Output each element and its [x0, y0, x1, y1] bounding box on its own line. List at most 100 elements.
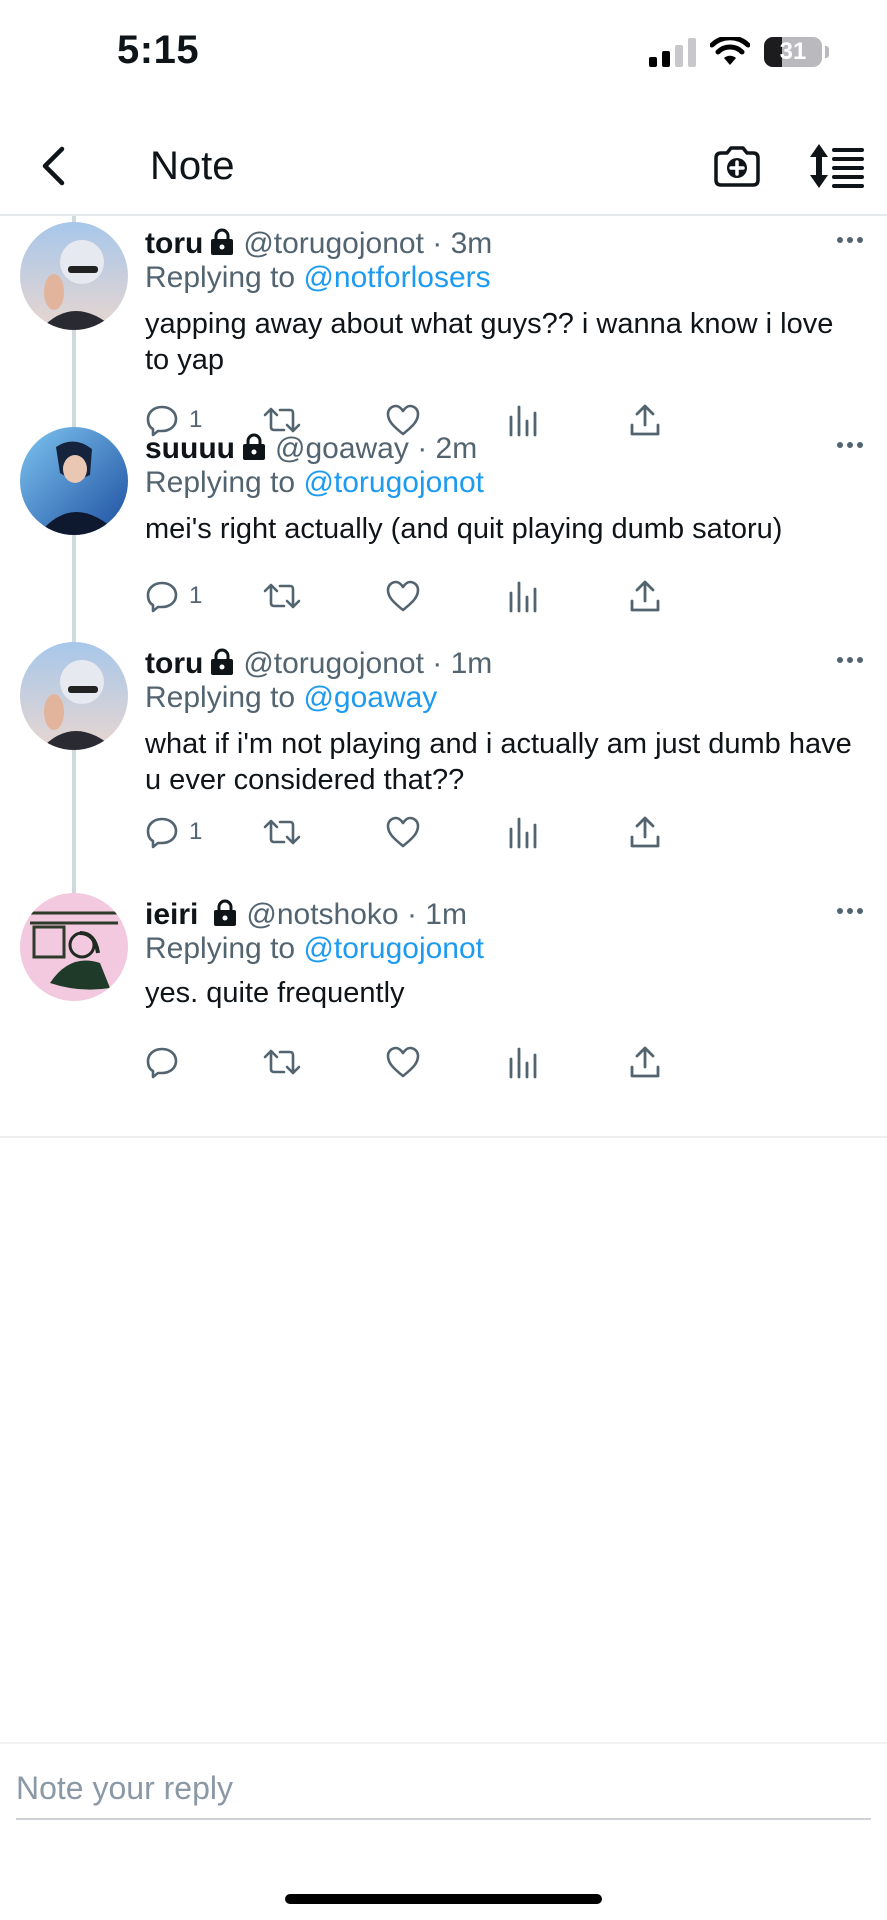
reply-icon — [146, 817, 178, 849]
action-bar — [145, 1040, 785, 1084]
views-button[interactable] — [507, 1040, 539, 1084]
reply-button[interactable] — [145, 1040, 189, 1084]
reply-composer — [0, 1742, 887, 1844]
timestamp: 3m — [450, 227, 493, 260]
timestamp: 1m — [425, 898, 467, 931]
like-button[interactable] — [385, 574, 421, 618]
display-name[interactable]: toru — [145, 647, 203, 680]
note-text: what if i'm not playing and i actually a… — [145, 728, 852, 796]
avatar[interactable] — [20, 222, 128, 330]
user-handle[interactable]: @torugojonot — [243, 227, 424, 260]
battery-icon: 31 — [764, 37, 829, 67]
nav-header: Note — [0, 118, 887, 216]
reply-icon — [146, 581, 178, 613]
replying-to-prefix: Replying to — [145, 261, 296, 294]
note-item[interactable]: ieiri @notshoko · 1m Replying to @torugoj… — [0, 887, 887, 1127]
action-bar: 1 — [145, 574, 785, 618]
replying-to-link[interactable]: @torugojonot — [303, 466, 484, 499]
renote-icon — [263, 583, 301, 609]
avatar[interactable] — [20, 893, 128, 1001]
timestamp: 1m — [450, 647, 493, 680]
replying-to-link[interactable]: @torugojonot — [303, 932, 484, 965]
avatar-image — [20, 642, 128, 750]
share-button[interactable] — [629, 574, 661, 618]
note-thread: toru @torugojonot · 3m Replying to @notfo… — [0, 216, 887, 1138]
sort-button[interactable] — [808, 136, 866, 196]
share-button[interactable] — [629, 810, 661, 854]
replying-to: Replying to @torugojonot — [145, 931, 484, 967]
renote-button[interactable] — [263, 810, 301, 854]
avatar-image — [20, 893, 128, 1001]
replying-to-prefix: Replying to — [145, 466, 296, 499]
display-name[interactable]: ieiri — [145, 898, 198, 931]
reply-button[interactable]: 1 — [145, 574, 202, 618]
note-item[interactable]: suuuu @goaway · 2m Replying to @torugojon… — [0, 421, 887, 613]
replying-to: Replying to @torugojonot — [145, 465, 484, 501]
separator: · — [406, 898, 417, 931]
display-name[interactable]: suuuu — [145, 432, 235, 465]
like-icon — [386, 1046, 420, 1078]
page-title: Note — [150, 144, 235, 188]
share-icon — [630, 1046, 660, 1078]
replying-to: Replying to @goaway — [145, 680, 437, 716]
separator: · — [417, 432, 428, 465]
more-options-button[interactable] — [826, 897, 874, 925]
renote-button[interactable] — [263, 1040, 301, 1084]
share-icon — [630, 580, 660, 612]
avatar[interactable] — [20, 642, 128, 750]
wifi-icon — [710, 37, 750, 65]
note-text: yapping away about what guys?? i wanna k… — [145, 308, 834, 376]
reply-count: 1 — [189, 582, 203, 609]
camera-button[interactable] — [710, 136, 764, 196]
renote-button[interactable] — [263, 574, 301, 618]
back-button[interactable] — [26, 138, 82, 194]
battery-level: 31 — [779, 38, 807, 65]
like-icon — [386, 816, 420, 848]
replying-to-prefix: Replying to — [145, 932, 296, 965]
status-icons: 31 — [649, 34, 829, 70]
signal-icon — [649, 37, 696, 67]
avatar[interactable] — [20, 427, 128, 535]
renote-icon — [263, 1049, 301, 1075]
reply-icon — [146, 1047, 178, 1079]
like-button[interactable] — [385, 1040, 421, 1084]
more-options-button[interactable] — [826, 226, 874, 254]
reply-count: 1 — [189, 818, 203, 845]
note-text: mei's right actually (and quit playing d… — [145, 513, 783, 545]
replying-to: Replying to @notforlosers — [145, 260, 491, 296]
replying-to-link[interactable]: @goaway — [303, 681, 437, 714]
display-name[interactable]: toru — [145, 227, 203, 260]
separator: · — [432, 227, 443, 260]
status-bar: 5:15 31 — [0, 0, 887, 105]
renote-icon — [263, 819, 301, 845]
user-handle[interactable]: @notshoko — [246, 898, 398, 931]
share-icon — [630, 816, 660, 848]
views-button[interactable] — [507, 574, 539, 618]
chevron-left-icon — [42, 146, 65, 186]
like-icon — [386, 580, 420, 612]
more-options-button[interactable] — [826, 646, 874, 674]
reply-input[interactable] — [16, 1758, 871, 1820]
reply-button[interactable]: 1 — [145, 810, 202, 854]
views-icon — [509, 817, 537, 849]
camera-icon — [714, 146, 760, 187]
user-handle[interactable]: @torugojonot — [243, 647, 424, 680]
timestamp: 2m — [435, 432, 478, 465]
status-time: 5:15 — [117, 28, 200, 72]
like-button[interactable] — [385, 810, 421, 854]
share-button[interactable] — [629, 1040, 661, 1084]
replying-to-link[interactable]: @notforlosers — [303, 261, 490, 294]
home-indicator[interactable] — [285, 1894, 602, 1904]
note-text: yes. quite frequently — [145, 977, 405, 1009]
action-bar: 1 — [145, 810, 785, 854]
views-icon — [509, 1047, 537, 1079]
sort-icon — [810, 144, 864, 188]
avatar-image — [20, 427, 128, 535]
replying-to-prefix: Replying to — [145, 681, 296, 714]
views-button[interactable] — [507, 810, 539, 854]
more-options-button[interactable] — [826, 431, 874, 459]
views-icon — [509, 581, 537, 613]
user-handle[interactable]: @goaway — [275, 432, 409, 465]
note-item[interactable]: toru @torugojonot · 1m Replying to @goawa… — [0, 636, 887, 849]
separator: · — [432, 647, 443, 680]
